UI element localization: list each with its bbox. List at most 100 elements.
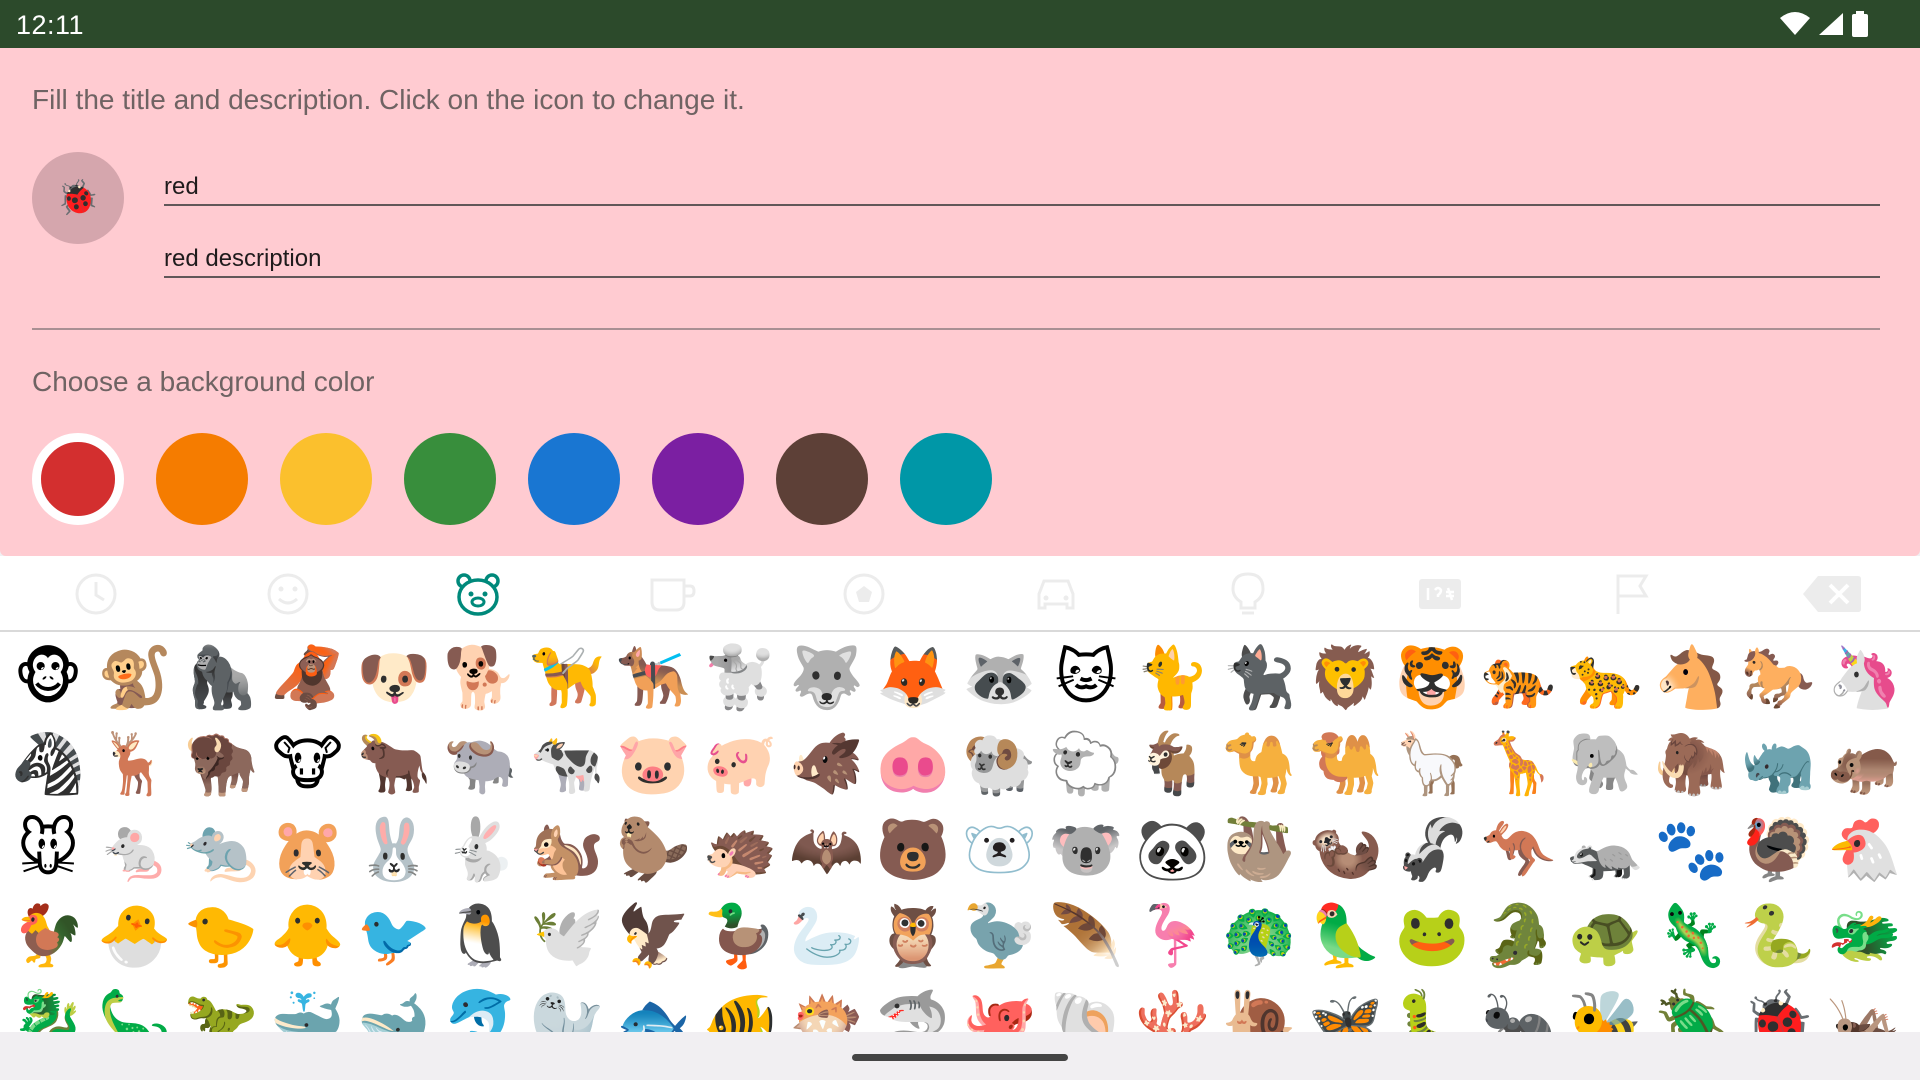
emoji-key[interactable]: 🐑	[1046, 724, 1126, 804]
emoji-key[interactable]: 🐣	[95, 896, 175, 976]
emoji-key[interactable]: 🐞	[1738, 982, 1818, 1032]
emoji-key[interactable]: 🦃	[1738, 810, 1818, 890]
emoji-key[interactable]: 🦊	[873, 638, 953, 718]
emoji-key[interactable]: 🐅	[1479, 638, 1559, 718]
emoji-key[interactable]: 🦛	[1825, 724, 1905, 804]
emoji-key[interactable]: 🐼	[1133, 810, 1213, 890]
tab-food[interactable]	[648, 570, 696, 618]
emoji-key[interactable]: 🐭	[8, 810, 88, 890]
emoji-key[interactable]: 🐽	[873, 724, 953, 804]
emoji-key[interactable]: 🦡	[1565, 810, 1645, 890]
emoji-key[interactable]: 🐤	[181, 896, 261, 976]
backspace-button[interactable]	[1800, 570, 1864, 618]
emoji-key[interactable]: 🐯	[1392, 638, 1472, 718]
emoji-key[interactable]: 🐀	[181, 810, 261, 890]
emoji-key[interactable]: 🐦	[354, 896, 434, 976]
emoji-key[interactable]: 🐧	[441, 896, 521, 976]
emoji-key[interactable]: 🐙	[960, 982, 1040, 1032]
emoji-key[interactable]: 🦢	[787, 896, 867, 976]
emoji-key[interactable]: 🐈‍⬛	[1219, 638, 1299, 718]
emoji-key[interactable]: 🦁	[1306, 638, 1386, 718]
emoji-key[interactable]: 🦖	[181, 982, 261, 1032]
emoji-key[interactable]: 🦆	[700, 896, 780, 976]
emoji-key[interactable]: 🦓	[8, 724, 88, 804]
emoji-key[interactable]: 🐸	[1392, 896, 1472, 976]
emoji-key[interactable]: 🦜	[1306, 896, 1386, 976]
emoji-key[interactable]: 🐔	[1825, 810, 1905, 890]
emoji-key[interactable]: 🐡	[787, 982, 867, 1032]
emoji-key[interactable]: 🐝	[1565, 982, 1645, 1032]
emoji-key[interactable]: 🐂	[354, 724, 434, 804]
emoji-key[interactable]: 🐴	[1652, 638, 1732, 718]
tab-flags[interactable]	[1608, 570, 1656, 618]
emoji-key[interactable]: 🐹	[268, 810, 348, 890]
emoji-key[interactable]: 🐚	[1046, 982, 1126, 1032]
emoji-key[interactable]: 🐻‍❄️	[960, 810, 1040, 890]
emoji-key[interactable]: 🦄	[1825, 638, 1905, 718]
emoji-key[interactable]: 🐆	[1565, 638, 1645, 718]
emoji-key[interactable]: 🦘	[1479, 810, 1559, 890]
emoji-key[interactable]: 🦭	[527, 982, 607, 1032]
emoji-key[interactable]: 🦈	[873, 982, 953, 1032]
color-swatch-orange[interactable]	[156, 433, 248, 525]
emoji-key[interactable]: 🐎	[1738, 638, 1818, 718]
emoji-key[interactable]: 🐍	[1738, 896, 1818, 976]
emoji-key[interactable]: 🐕‍🦺	[614, 638, 694, 718]
color-swatch-purple[interactable]	[652, 433, 744, 525]
emoji-key[interactable]: 🐐	[1133, 724, 1213, 804]
emoji-key[interactable]: 🦗	[1825, 982, 1905, 1032]
emoji-key[interactable]: 🐱	[1046, 638, 1126, 718]
emoji-key[interactable]: 🐉	[8, 982, 88, 1032]
emoji-key[interactable]: 🐌	[1219, 982, 1299, 1032]
emoji-key[interactable]: 🦎	[1652, 896, 1732, 976]
emoji-key[interactable]: 🐻	[873, 810, 953, 890]
color-swatch-teal[interactable]	[900, 433, 992, 525]
emoji-key[interactable]: 🐓	[8, 896, 88, 976]
tab-symbols[interactable]	[1416, 570, 1464, 618]
description-input[interactable]	[164, 242, 1880, 276]
emoji-key[interactable]: 🐢	[1565, 896, 1645, 976]
emoji-key[interactable]: 🐮	[268, 724, 348, 804]
emoji-key[interactable]: 🦮	[527, 638, 607, 718]
emoji-key[interactable]: 🐩	[700, 638, 780, 718]
emoji-key[interactable]: 🐁	[95, 810, 175, 890]
emoji-key[interactable]: 🐖	[700, 724, 780, 804]
emoji-key[interactable]: 🦋	[1306, 982, 1386, 1032]
emoji-key[interactable]: 🐈	[1133, 638, 1213, 718]
color-swatch-yellow[interactable]	[280, 433, 372, 525]
emoji-key[interactable]: 🕊️	[527, 896, 607, 976]
tab-recent[interactable]	[72, 570, 120, 618]
emoji-key[interactable]: 🪲	[1652, 982, 1732, 1032]
emoji-key[interactable]: 🐨	[1046, 810, 1126, 890]
tab-activities[interactable]	[840, 570, 888, 618]
emoji-key[interactable]: 🦍	[181, 638, 261, 718]
emoji-key[interactable]: 🐊	[1479, 896, 1559, 976]
emoji-key[interactable]: 🦏	[1738, 724, 1818, 804]
emoji-key[interactable]: 🦅	[614, 896, 694, 976]
emoji-key[interactable]: 🐬	[441, 982, 521, 1032]
emoji-key[interactable]: 🦦	[1306, 810, 1386, 890]
emoji-key[interactable]: 🐠	[700, 982, 780, 1032]
emoji-key[interactable]: 🐷	[614, 724, 694, 804]
tab-objects[interactable]	[1224, 570, 1272, 618]
emoji-key[interactable]: 🦙	[1392, 724, 1472, 804]
emoji-key[interactable]: 🦝	[960, 638, 1040, 718]
color-swatch-brown[interactable]	[776, 433, 868, 525]
emoji-key[interactable]: 🦩	[1133, 896, 1213, 976]
color-swatch-red[interactable]	[32, 433, 124, 525]
emoji-key[interactable]: 🐄	[527, 724, 607, 804]
emoji-key[interactable]: 🐟	[614, 982, 694, 1032]
emoji-key[interactable]: 🐃	[441, 724, 521, 804]
emoji-key[interactable]: 🐒	[95, 638, 175, 718]
emoji-key[interactable]: 🦨	[1392, 810, 1472, 890]
emoji-key[interactable]: 🐛	[1392, 982, 1472, 1032]
emoji-key[interactable]: 🐰	[354, 810, 434, 890]
emoji-key[interactable]: 🐶	[354, 638, 434, 718]
emoji-key[interactable]: 🐘	[1565, 724, 1645, 804]
emoji-key[interactable]: 🦫	[614, 810, 694, 890]
home-handle[interactable]	[852, 1054, 1068, 1061]
emoji-key[interactable]: 🦬	[181, 724, 261, 804]
emoji-key[interactable]: 🐗	[787, 724, 867, 804]
emoji-key[interactable]: 🪸	[1133, 982, 1213, 1032]
emoji-key[interactable]: 🐳	[268, 982, 348, 1032]
